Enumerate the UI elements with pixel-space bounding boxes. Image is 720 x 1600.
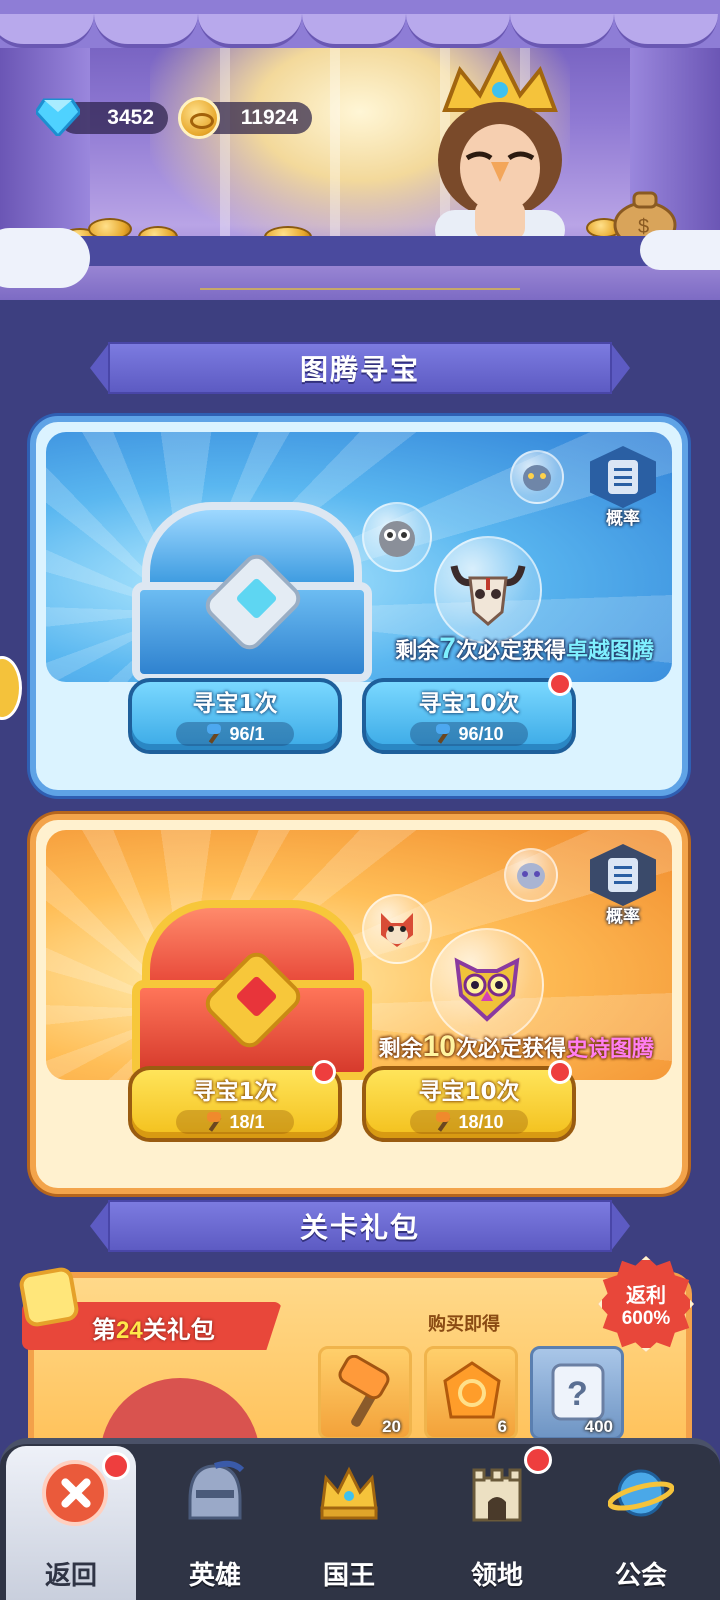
guarantee-text: 剩余7次必定获得卓越图腾 (395, 632, 654, 665)
cost-badge: 96/10 (410, 722, 528, 746)
draw-once-button[interactable]: 寻宝1次 18/1 (128, 1066, 342, 1142)
gold-coin-icon (178, 97, 220, 139)
remaining-count: 10 (422, 1030, 456, 1063)
guarantee-text: 剩余10次必定获得史诗图腾 (378, 1030, 654, 1063)
king-character (435, 50, 565, 240)
cost-badge: 96/1 (176, 722, 294, 746)
diamond-icon (36, 98, 80, 136)
fox-totem-icon (381, 913, 413, 947)
remaining-count: 7 (439, 632, 456, 665)
axe-icon (434, 724, 452, 744)
treasure-panel-blue: 概率 剩余7次必定获得卓越图腾 寻宝1次 96/1 寻宝10次 96/10 (30, 416, 688, 796)
helmet-icon (188, 1460, 245, 1520)
bull-skull-totem-icon (450, 565, 526, 626)
treasure-panel-gold: 概率 剩余10次必定获得史诗图腾 寻宝1次 18/1 寻宝10次 18/10 (30, 814, 688, 1194)
planet-icon (608, 1469, 674, 1517)
gem-amount: 3452 (107, 106, 154, 129)
fox-totem-bubble (362, 894, 432, 964)
totem-treasure-screen: $ 3452 11924 图腾寻宝 概率 剩余7次必定获得卓越图腾 寻宝1次 9… (0, 0, 720, 1600)
gift-icon (17, 1265, 81, 1329)
wolf-totem-icon (517, 863, 545, 889)
ornament-divider (200, 288, 520, 290)
axe-icon (205, 724, 223, 744)
tiger-totem-icon (523, 465, 551, 491)
side-event-icon[interactable] (0, 656, 22, 720)
owl-mask-totem-icon (454, 957, 520, 1022)
probability-button[interactable]: 概率 (588, 446, 658, 529)
cost-badge: 18/10 (410, 1110, 528, 1134)
crown-icon (320, 1466, 378, 1520)
draw-ten-button[interactable]: 寻宝10次 96/10 (362, 678, 576, 754)
draw-ten-button[interactable]: 寻宝10次 18/10 (362, 1066, 576, 1142)
probability-button[interactable]: 概率 (588, 844, 658, 927)
nav-heroes[interactable]: 英雄 (150, 1454, 280, 1600)
gold-chest-icon (132, 900, 372, 1080)
snow-drift (0, 228, 90, 288)
nav-king[interactable]: 国王 (284, 1454, 414, 1600)
curtain-top (0, 0, 720, 48)
notification-dot (524, 1446, 552, 1474)
reward-name: 卓越图腾 (565, 639, 654, 664)
owl-totem-bubble (362, 502, 432, 572)
notification-dot (312, 1060, 336, 1084)
coin-amount: 11924 (240, 106, 298, 129)
pack-level: 24 (116, 1317, 143, 1344)
panel-artwork: 概率 剩余10次必定获得史诗图腾 (46, 830, 672, 1080)
axe-icon (434, 1112, 452, 1132)
header-shelf (0, 236, 720, 266)
svg-text:?: ? (567, 1375, 588, 1413)
panel-artwork: 概率 剩余7次必定获得卓越图腾 (46, 432, 672, 682)
notification-dot (548, 672, 572, 696)
silver-chest-icon (132, 502, 372, 682)
tiger-totem-bubble (510, 450, 564, 504)
buy-label: 购买即得 (428, 1314, 500, 1335)
snow-drift (640, 230, 720, 270)
axe-icon (205, 1112, 223, 1132)
nav-territory[interactable]: 领地 (432, 1454, 562, 1600)
draw-once-button[interactable]: 寻宝1次 96/1 (128, 678, 342, 754)
header-banner: $ (0, 0, 720, 300)
totem-section-header: 图腾寻宝 (90, 338, 630, 398)
castle-icon (472, 1468, 522, 1522)
owl-mask-totem-bubble (430, 928, 544, 1042)
wolf-totem-bubble (504, 848, 558, 902)
owl-totem-icon (379, 521, 415, 557)
close-icon (42, 1460, 108, 1526)
pack-item[interactable]: ? 400 (530, 1346, 624, 1440)
bull-skull-totem-bubble (434, 536, 542, 644)
cost-badge: 18/1 (176, 1110, 294, 1134)
reward-name: 史诗图腾 (565, 1037, 654, 1062)
section-title: 图腾寻宝 (299, 353, 420, 386)
pack-item[interactable]: 20 (318, 1346, 412, 1440)
notification-dot (548, 1060, 572, 1084)
stage-pack-section-header: 关卡礼包 (90, 1196, 630, 1256)
section-title: 关卡礼包 (299, 1211, 420, 1244)
nav-guild[interactable]: 公会 (576, 1454, 706, 1600)
notification-dot (102, 1452, 130, 1480)
amber-icon (443, 1361, 501, 1419)
pack-item[interactable]: 6 (424, 1346, 518, 1440)
